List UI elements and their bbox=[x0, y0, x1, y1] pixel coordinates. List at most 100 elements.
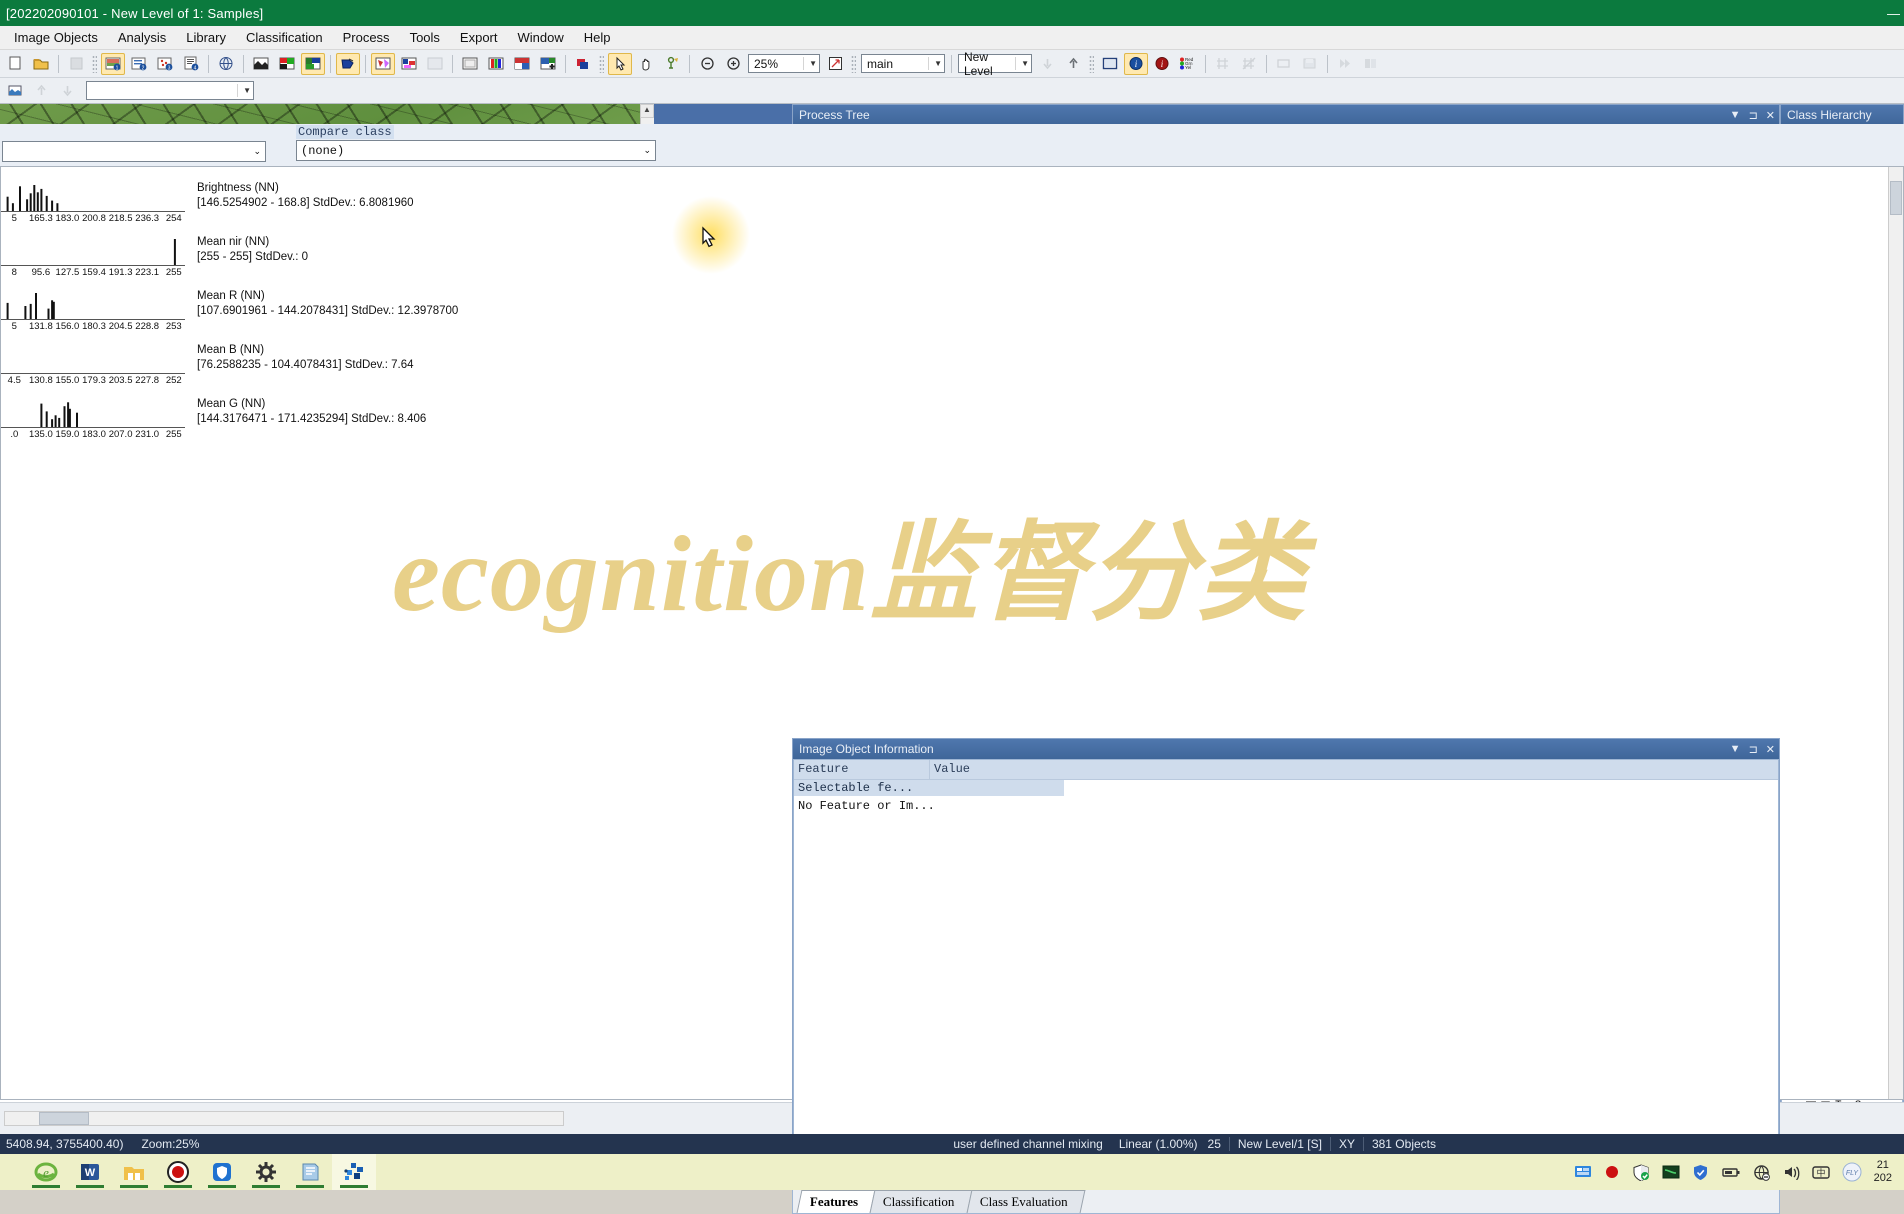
object-info-close-icon[interactable]: ✕ bbox=[1766, 743, 1775, 756]
cursor-arrow-icon[interactable] bbox=[608, 53, 632, 75]
level-select-combo[interactable]: New Level ▼ bbox=[958, 54, 1032, 73]
word-icon[interactable]: W bbox=[68, 1154, 112, 1190]
taskbar-clock[interactable]: 21 202 bbox=[1874, 1159, 1898, 1185]
object-color-icon[interactable] bbox=[571, 53, 595, 75]
terminal-icon[interactable] bbox=[1662, 1164, 1680, 1180]
tab-classification[interactable]: Classification bbox=[870, 1190, 972, 1213]
menu-item-export[interactable]: Export bbox=[450, 27, 508, 48]
level-up-icon[interactable] bbox=[1061, 53, 1085, 75]
new-project-icon[interactable] bbox=[3, 53, 27, 75]
next-icon[interactable] bbox=[1333, 53, 1357, 75]
chevron-down-icon[interactable]: ⌄ bbox=[643, 146, 651, 156]
sample-pick-icon[interactable] bbox=[660, 53, 684, 75]
zoom-out-icon[interactable] bbox=[695, 53, 719, 75]
menu-item-window[interactable]: Window bbox=[508, 27, 574, 48]
zoom-in-icon[interactable] bbox=[721, 53, 745, 75]
info-red-icon[interactable]: i bbox=[1150, 53, 1174, 75]
object-info-selectable-row[interactable]: Selectable fe... bbox=[794, 780, 1064, 796]
info-blue-icon[interactable]: i bbox=[1124, 53, 1148, 75]
tab-class-evaluation[interactable]: Class Evaluation bbox=[966, 1190, 1085, 1213]
security-shield-icon[interactable] bbox=[200, 1154, 244, 1190]
sample-editor-horizontal-scrollbar[interactable] bbox=[4, 1111, 564, 1126]
shield-blue-icon[interactable] bbox=[1692, 1164, 1709, 1181]
compare-icon[interactable] bbox=[1359, 53, 1383, 75]
zoom-level-combo[interactable]: 25% ▼ bbox=[748, 54, 820, 73]
layer-name-combo[interactable]: ▼ bbox=[86, 81, 254, 100]
classified-view-icon[interactable] bbox=[301, 53, 325, 75]
record-dot-icon[interactable] bbox=[1604, 1164, 1620, 1180]
window-split-icon[interactable] bbox=[1098, 53, 1122, 75]
settings-gear-icon[interactable] bbox=[244, 1154, 288, 1190]
notepad-icon[interactable] bbox=[288, 1154, 332, 1190]
menu-item-process[interactable]: Process bbox=[333, 27, 400, 48]
chevron-down-icon[interactable]: ⌄ bbox=[253, 147, 261, 157]
rgb-layer-icon[interactable] bbox=[275, 53, 299, 75]
grid-off-icon[interactable] bbox=[1237, 53, 1261, 75]
record-icon[interactable] bbox=[156, 1154, 200, 1190]
arrow-up-icon[interactable] bbox=[29, 80, 53, 102]
open-project-icon[interactable] bbox=[29, 53, 53, 75]
outline-view-icon[interactable] bbox=[336, 53, 360, 75]
object-info-menu-icon[interactable]: ▼ bbox=[1730, 743, 1741, 756]
save-project-icon[interactable] bbox=[64, 53, 88, 75]
chevron-down-icon[interactable]: ▼ bbox=[928, 59, 942, 68]
arrow-down-icon[interactable] bbox=[55, 80, 79, 102]
internet-explorer-icon[interactable]: e bbox=[24, 1154, 68, 1190]
network-off-icon[interactable] bbox=[1753, 1164, 1770, 1181]
process-tree-pin-icon[interactable]: ⊐ bbox=[1749, 109, 1758, 122]
flyout-icon[interactable]: FLY bbox=[1842, 1162, 1862, 1182]
mix-view-icon[interactable] bbox=[397, 53, 421, 75]
white-view-icon[interactable] bbox=[458, 53, 482, 75]
add-layer-icon[interactable] bbox=[536, 53, 560, 75]
chevron-down-icon[interactable]: ▼ bbox=[1015, 59, 1029, 68]
compare-class-combo[interactable]: (none) ⌄ bbox=[296, 140, 656, 161]
process-tree-close-icon[interactable]: ✕ bbox=[1766, 109, 1775, 122]
rgb-channels-icon[interactable]: RedGrnYel bbox=[1176, 53, 1200, 75]
rgb-split-icon[interactable] bbox=[484, 53, 508, 75]
process-tree-menu-icon[interactable]: ▼ bbox=[1730, 109, 1741, 122]
image-objects-1-icon[interactable]: 1 bbox=[101, 53, 125, 75]
ecognition-icon[interactable] bbox=[332, 1154, 376, 1190]
select-rect-icon[interactable] bbox=[1272, 53, 1296, 75]
toolbar-grip[interactable] bbox=[1089, 55, 1094, 73]
object-info-column-headers[interactable]: Feature Value bbox=[794, 760, 1778, 780]
edit-layer-icon[interactable] bbox=[3, 80, 27, 102]
toolbar-grip[interactable] bbox=[92, 55, 97, 73]
globe-icon[interactable] bbox=[214, 53, 238, 75]
defender-icon[interactable] bbox=[1632, 1164, 1650, 1181]
toolbar-grip[interactable] bbox=[599, 55, 604, 73]
save-view-icon[interactable] bbox=[1298, 53, 1322, 75]
tab-features[interactable]: Features bbox=[797, 1190, 876, 1213]
pan-hand-icon[interactable] bbox=[634, 53, 658, 75]
grid-icon[interactable] bbox=[1211, 53, 1235, 75]
pixel-view-icon[interactable] bbox=[423, 53, 447, 75]
process-tree-title-bar[interactable]: Process Tree ▼ ⊐ ✕ bbox=[793, 105, 1779, 125]
menu-item-image-objects[interactable]: Image Objects bbox=[4, 27, 108, 48]
chevron-down-icon[interactable]: ▼ bbox=[803, 59, 817, 68]
menu-item-library[interactable]: Library bbox=[176, 27, 236, 48]
display-icon[interactable] bbox=[1574, 1164, 1592, 1180]
minimize-button[interactable]: — bbox=[1887, 6, 1900, 21]
chevron-down-icon[interactable]: ▼ bbox=[237, 86, 251, 95]
toolbar-grip[interactable] bbox=[851, 55, 856, 73]
view-setting-combo[interactable]: main ▼ bbox=[861, 54, 945, 73]
menu-item-help[interactable]: Help bbox=[574, 27, 621, 48]
menu-item-tools[interactable]: Tools bbox=[400, 27, 450, 48]
volume-icon[interactable] bbox=[1782, 1164, 1800, 1180]
classification-2-icon[interactable]: 2 bbox=[127, 53, 151, 75]
level-down-icon[interactable] bbox=[1035, 53, 1059, 75]
file-explorer-icon[interactable] bbox=[112, 1154, 156, 1190]
object-info-body[interactable]: Feature Value Selectable fe... No Featur… bbox=[793, 759, 1779, 1187]
menu-item-analysis[interactable]: Analysis bbox=[108, 27, 176, 48]
object-info-pin-icon[interactable]: ⊐ bbox=[1749, 743, 1758, 756]
samples-3-icon[interactable]: 3 bbox=[153, 53, 177, 75]
contrast-view-icon[interactable] bbox=[510, 53, 534, 75]
image-layer-icon[interactable] bbox=[249, 53, 273, 75]
object-info-title-bar[interactable]: Image Object Information ▼ ⊐ ✕ bbox=[793, 739, 1779, 759]
zoom-fit-icon[interactable] bbox=[823, 53, 847, 75]
menu-item-classification[interactable]: Classification bbox=[236, 27, 333, 48]
scroll-up-icon[interactable]: ▲ bbox=[640, 104, 654, 118]
battery-icon[interactable] bbox=[1721, 1165, 1741, 1179]
class-hierarchy-title-bar[interactable]: Class Hierarchy bbox=[1781, 105, 1903, 125]
features-4-icon[interactable]: 4 bbox=[179, 53, 203, 75]
